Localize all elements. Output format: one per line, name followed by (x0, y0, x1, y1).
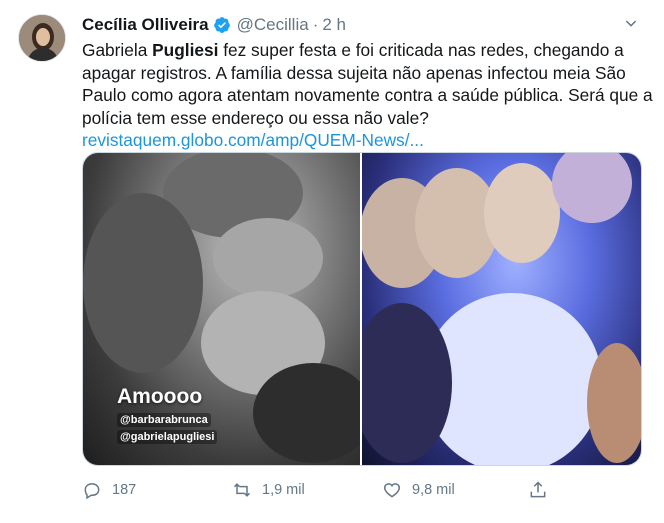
story-tag: @gabrielapugliesi (117, 430, 218, 444)
separator: · (312, 15, 319, 34)
author-name[interactable]: Cecília Olliveira (82, 15, 209, 35)
like-icon (383, 483, 401, 498)
retweet-button[interactable]: 1,9 mil (232, 477, 305, 503)
photo-right[interactable] (362, 153, 641, 465)
timestamp[interactable]: 2 h (322, 15, 346, 35)
tweet-text-line-4: polícia tem esse endereço ou essa não va… (82, 107, 429, 128)
author-handle[interactable]: @Cecillia (237, 15, 309, 35)
tweet-text-line-2: apagar registros. A família dessa sujeit… (82, 62, 626, 83)
bold-mention: Pugliesi (152, 40, 219, 60)
reply-button[interactable]: 187 (82, 477, 136, 503)
reply-icon (84, 483, 100, 500)
text-segment: Gabriela (82, 40, 153, 60)
photo-left[interactable]: Amoooo @barbarabrunca @gabrielapugliesi (83, 153, 360, 465)
chevron-down-icon[interactable] (620, 12, 642, 34)
tweet-card[interactable]: Cecília Olliveira @Cecillia · 2 h Gabrie… (0, 0, 664, 523)
share-button[interactable] (528, 477, 558, 503)
tweet-header: Cecília Olliveira @Cecillia · 2 h (82, 14, 346, 36)
media-grid: Amoooo @barbarabrunca @gabrielapugliesi (82, 152, 642, 466)
share-icon (530, 481, 546, 498)
article-link[interactable]: revistaquem.globo.com/amp/QUEM-News/... (82, 130, 424, 150)
retweet-count: 1,9 mil (262, 482, 305, 498)
text-segment: fez super festa e foi criticada nas rede… (218, 40, 624, 60)
retweet-icon (233, 483, 251, 497)
tweet-text-line-1: Gabriela Pugliesi fez super festa e foi … (82, 39, 642, 62)
avatar[interactable] (18, 14, 66, 62)
verified-badge-icon (213, 16, 231, 34)
tweet-text: Gabriela Pugliesi fez super festa e foi … (82, 39, 653, 152)
tweet-text-line-3: Paulo como agora atentam novamente contr… (82, 85, 653, 105)
like-button[interactable]: 9,8 mil (382, 477, 455, 503)
reply-count: 187 (112, 482, 137, 498)
story-caption: Amoooo (117, 385, 203, 408)
story-tag: @barbarabrunca (117, 413, 211, 427)
like-count: 9,8 mil (412, 482, 455, 498)
tweet-actions: 187 1,9 mil 9,8 mil (82, 477, 642, 503)
